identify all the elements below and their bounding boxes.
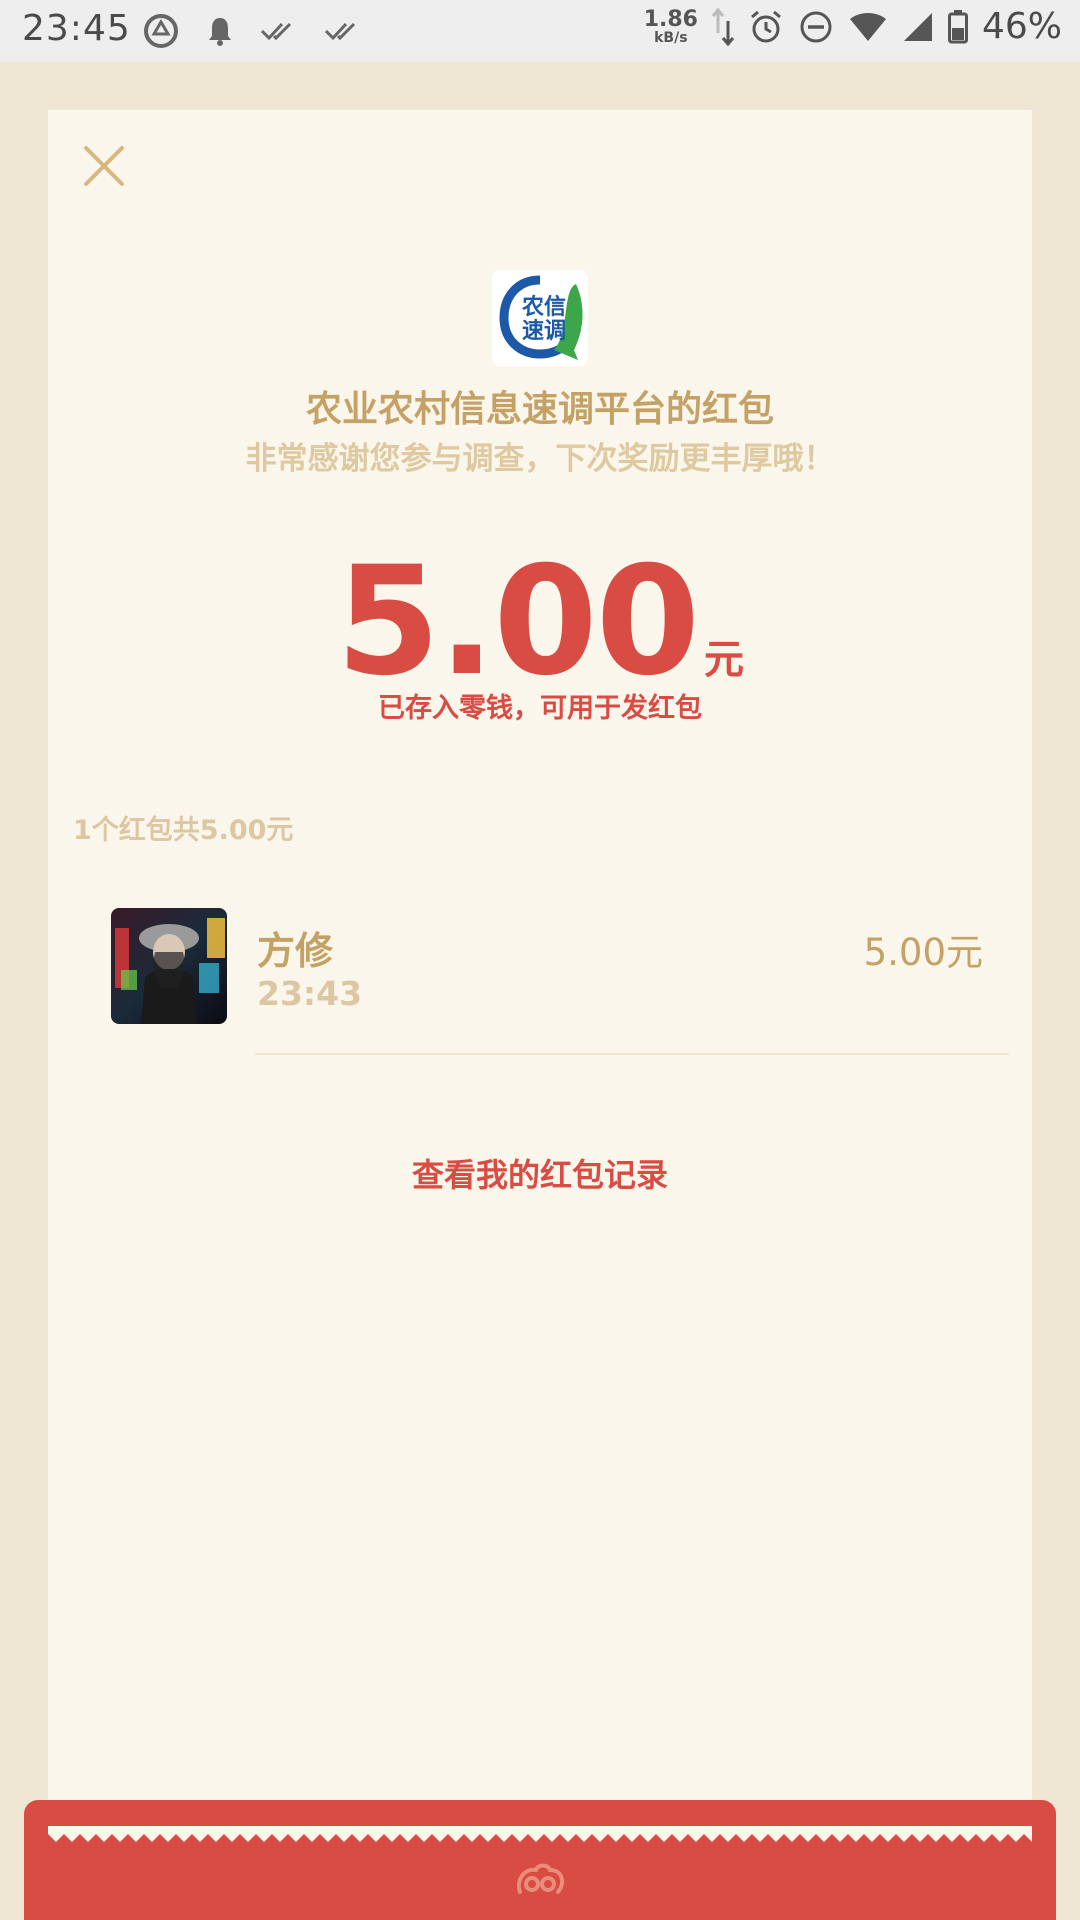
amount-display: 5.00 元 xyxy=(0,535,1080,709)
svg-text:农信: 农信 xyxy=(521,294,566,320)
view-records-link[interactable]: 查看我的红包记录 xyxy=(0,1150,1080,1196)
status-time: 23:45 xyxy=(22,8,131,49)
avatar xyxy=(111,908,227,1024)
wifi-icon xyxy=(849,12,886,41)
signal-icon xyxy=(903,12,932,41)
bell-icon xyxy=(209,18,231,46)
receiver-name: 方修 xyxy=(257,929,334,973)
net-speed-unit: kB/s xyxy=(654,29,688,46)
double-check-icon xyxy=(324,22,356,41)
alarm-icon xyxy=(751,10,781,42)
status-bar: 23:45 1.86 kB/s 46% xyxy=(0,0,1080,62)
packet-subtitle: 非常感谢您参与调查，下次奖励更丰厚哦！ xyxy=(245,441,835,477)
packet-title: 农业农村信息速调平台的红包 xyxy=(305,389,774,430)
battery-percent: 46% xyxy=(981,6,1062,47)
svg-text:速调: 速调 xyxy=(522,318,566,344)
do-not-disturb-icon xyxy=(800,11,832,42)
system-icons: 1.86 kB/s 46% xyxy=(644,6,1062,47)
list-item[interactable]: 方修 23:43 5.00元 xyxy=(111,908,1011,1058)
data-arrows-icon xyxy=(711,7,734,46)
cloud-emblem-icon xyxy=(517,1863,565,1894)
nongxin-sudiao-logo-icon: 农信 速调 xyxy=(499,275,583,360)
envelope-bottom xyxy=(24,1800,1056,1920)
saved-to-wallet-note[interactable]: 已存入零钱，可用于发红包 xyxy=(0,686,1080,725)
divider xyxy=(255,1053,1009,1055)
net-speed-value: 1.86 xyxy=(643,6,698,32)
receive-time: 23:43 xyxy=(257,974,363,1013)
amount-unit: 元 xyxy=(704,637,745,683)
receive-amount: 5.00元 xyxy=(863,931,983,974)
notification-icons xyxy=(142,12,362,50)
avatar-image xyxy=(111,908,227,1024)
sender-logo: 农信 速调 xyxy=(492,270,588,366)
zigzag-edge xyxy=(48,1826,1032,1842)
battery-icon xyxy=(947,9,968,43)
double-check-icon xyxy=(260,22,292,41)
packet-summary: 1个红包共5.00元 xyxy=(73,815,294,846)
close-icon[interactable] xyxy=(80,142,128,190)
amount-value: 5.00 xyxy=(335,535,700,709)
sync-icon xyxy=(144,14,178,48)
net-speed: 1.86 kB/s xyxy=(643,6,698,46)
